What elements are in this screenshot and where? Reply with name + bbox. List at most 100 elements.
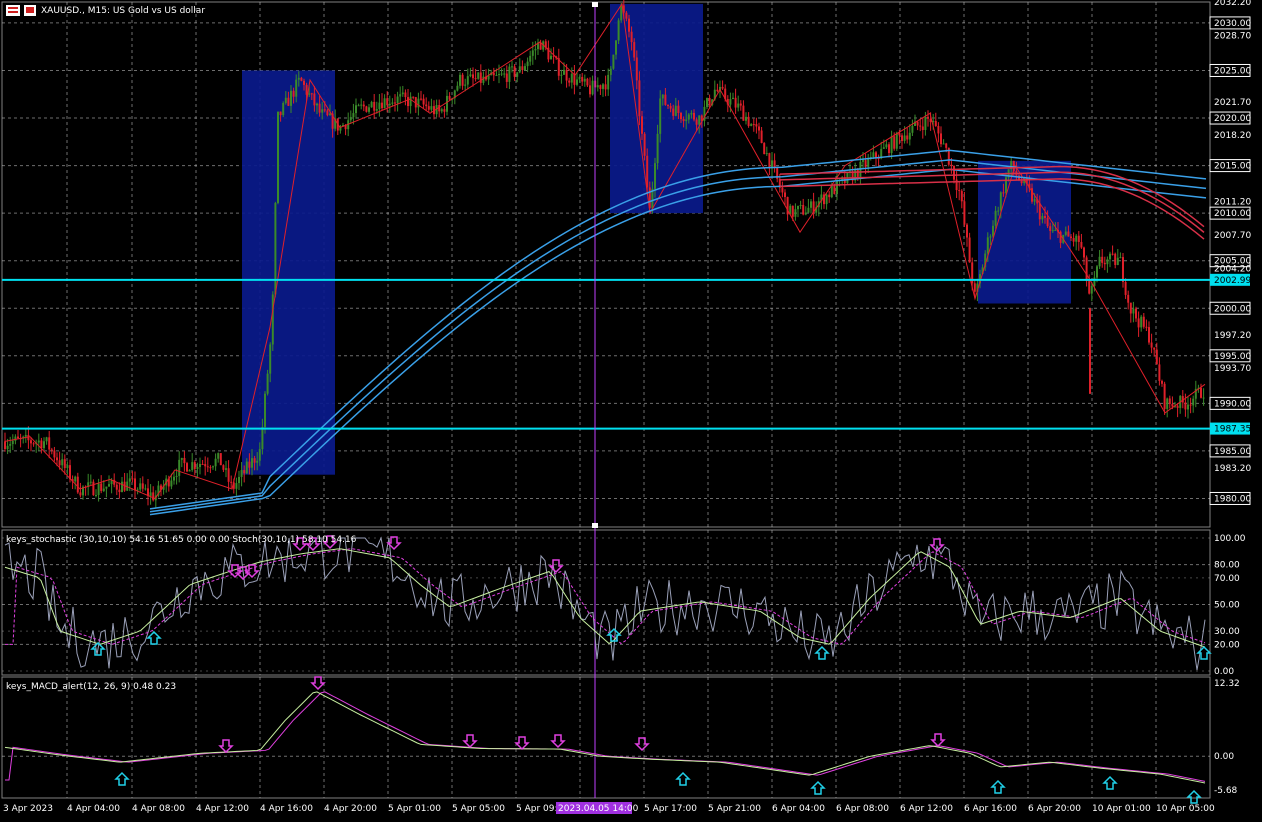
- window-icon[interactable]: [24, 5, 36, 16]
- cursor-time-label: 2023.04.05 14:00: [558, 804, 639, 814]
- candle-body: [313, 93, 316, 106]
- macd-sell-arrow-icon: [218, 739, 234, 754]
- candle-body: [66, 465, 69, 469]
- candle-body: [890, 136, 893, 154]
- candle-body: [677, 105, 680, 114]
- candle-body: [45, 437, 48, 442]
- supply-demand-zone[interactable]: [610, 3, 703, 214]
- cursor-handle-bottom[interactable]: [592, 523, 598, 528]
- candle-body: [625, 12, 628, 19]
- candle-body: [750, 124, 753, 127]
- stoch-axis-label: 0.00: [1214, 667, 1234, 677]
- candle-body: [799, 204, 802, 206]
- candle-body: [214, 458, 217, 467]
- candle-body: [888, 144, 890, 154]
- macd-buy-arrow-icon: [675, 771, 691, 786]
- candle-body: [1088, 281, 1091, 294]
- macd-sell-arrow-icon: [634, 737, 650, 752]
- candle-body: [570, 73, 573, 83]
- candle-body: [128, 478, 131, 482]
- candle-body: [1168, 398, 1171, 404]
- candle-body: [1142, 316, 1145, 327]
- candle-body: [768, 153, 771, 169]
- candle-body: [672, 108, 675, 116]
- candle-body: [144, 488, 147, 490]
- bars-icon[interactable]: [6, 5, 20, 16]
- stoch-axis-label: 70.00: [1214, 574, 1240, 584]
- candle-body: [963, 201, 966, 225]
- candle-body: [1189, 404, 1192, 406]
- candle-body: [105, 486, 108, 489]
- candle-body: [1153, 347, 1156, 350]
- time-axis-label: 4 Apr 04:00: [67, 804, 120, 814]
- candle-body: [92, 481, 95, 496]
- candle-body: [1049, 226, 1052, 231]
- candle-body: [999, 192, 1002, 211]
- candle-body: [630, 31, 633, 43]
- candle-body: [656, 133, 659, 164]
- candle-body: [607, 74, 610, 90]
- trading-chart[interactable]: 2032.20 2030.00 2028.70 2025.00 2021.70 2020.…: [0, 0, 1262, 822]
- stoch-buy-arrow-icon: [1196, 645, 1212, 660]
- candle-body: [576, 79, 578, 85]
- candle-body: [430, 106, 433, 110]
- candle-body: [264, 393, 266, 428]
- candle-body: [368, 107, 370, 112]
- candle-body: [581, 76, 584, 82]
- price-axis-label: 2011.20: [1214, 198, 1251, 208]
- candle-body: [89, 481, 92, 483]
- candle-body: [609, 68, 612, 75]
- candle-body: [321, 109, 324, 113]
- candle-body: [1051, 230, 1054, 232]
- supply-demand-zone[interactable]: [242, 70, 335, 475]
- candle-body: [474, 78, 477, 80]
- price-axis-label: 2000.00: [1214, 304, 1251, 314]
- candle-body: [456, 85, 459, 91]
- candle-body: [4, 441, 6, 450]
- candle-body: [1054, 229, 1057, 231]
- candle-body: [1163, 383, 1166, 409]
- candle-body: [191, 462, 194, 470]
- candle-body: [297, 77, 300, 80]
- candle-body: [560, 74, 563, 76]
- stoch-axis-label: 100.00: [1214, 534, 1246, 544]
- candle-body: [791, 205, 794, 217]
- candle-body: [1202, 397, 1205, 399]
- candle-body: [459, 74, 461, 86]
- candle-body: [739, 103, 742, 106]
- candle-body: [27, 434, 30, 441]
- stoch-main-line: [4, 548, 1206, 648]
- candle-body: [362, 104, 365, 107]
- candle-body: [1096, 266, 1098, 278]
- macd-sell-arrow-icon: [462, 734, 478, 749]
- macd-axis-label: -5.68: [1214, 786, 1238, 796]
- candle-body: [472, 74, 474, 79]
- candle-body: [755, 124, 758, 127]
- candle-body: [230, 481, 233, 483]
- candle-body: [737, 103, 740, 108]
- candle-body: [440, 109, 443, 112]
- candle-body: [269, 344, 272, 374]
- candle-body: [56, 457, 58, 461]
- candle-body: [282, 102, 285, 116]
- candle-body: [1064, 231, 1067, 235]
- candle-body: [924, 116, 927, 130]
- candle-body: [1075, 235, 1078, 242]
- candle-body: [199, 463, 201, 468]
- price-axis-label: 2010.00: [1214, 209, 1251, 219]
- price-axis-label: 2032.20: [1214, 0, 1251, 8]
- candle-body: [960, 190, 963, 202]
- candle-body: [1135, 308, 1137, 319]
- candle-body: [256, 460, 259, 463]
- price-axis-label: 2030.00: [1214, 19, 1251, 29]
- candle-body: [885, 144, 888, 148]
- candle-body: [807, 207, 810, 213]
- candle-body: [833, 185, 836, 195]
- candle-body: [1101, 256, 1104, 263]
- candle-body: [381, 102, 383, 109]
- candle-body: [1109, 253, 1111, 260]
- candle-body: [1083, 247, 1085, 258]
- candle-body: [235, 483, 238, 489]
- cursor-handle-top[interactable]: [592, 2, 598, 7]
- candle-body: [760, 130, 763, 144]
